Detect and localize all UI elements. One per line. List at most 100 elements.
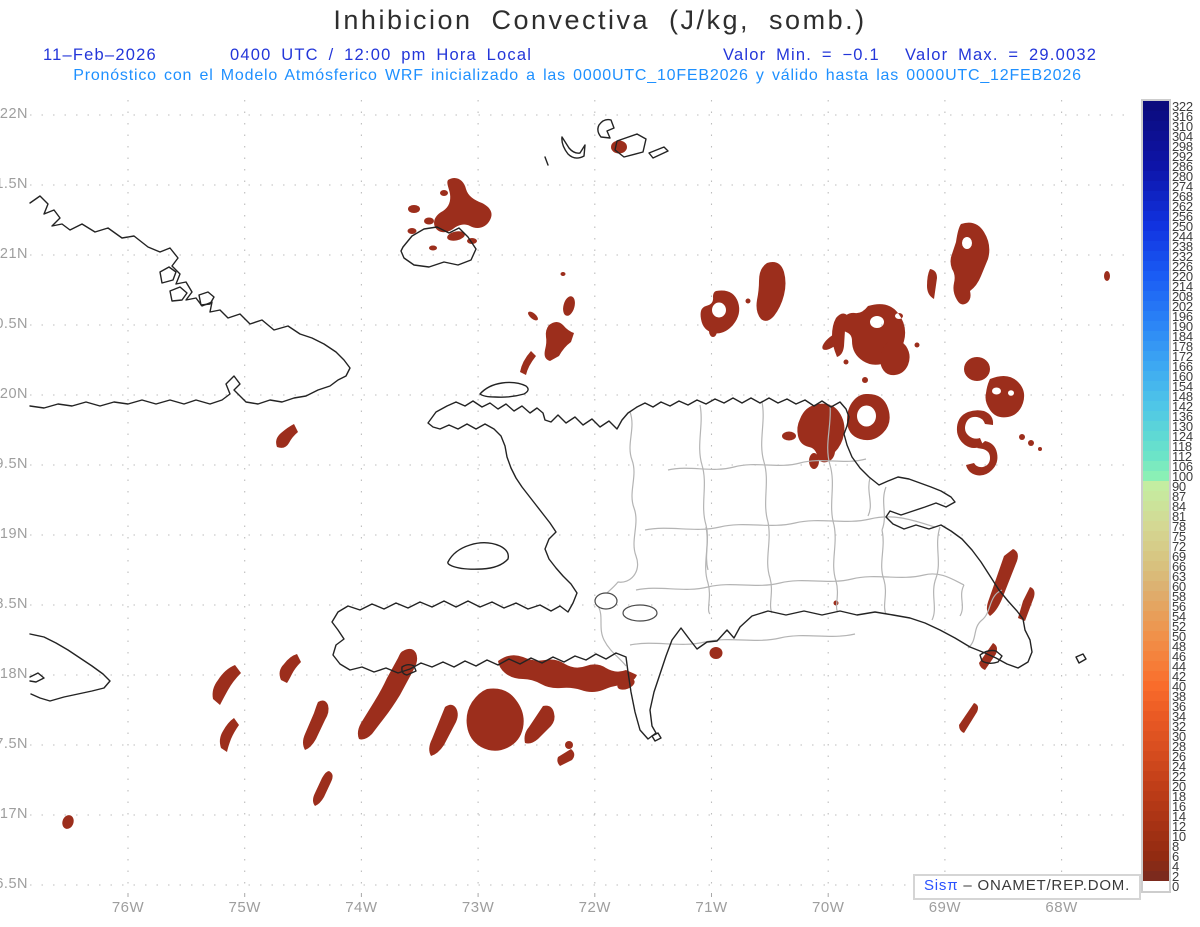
hispaniola-coastline xyxy=(331,397,1033,740)
colorbar-box xyxy=(1143,361,1169,371)
colorbar-box xyxy=(1143,311,1169,321)
gonave-island xyxy=(447,542,510,570)
colorbar-box xyxy=(1143,781,1169,791)
lon-label: 70W xyxy=(812,899,845,916)
colorbar-box xyxy=(1143,691,1169,701)
colorbar-box xyxy=(1143,841,1169,851)
grid-lines xyxy=(30,100,1128,893)
mona-island xyxy=(1075,653,1087,664)
colorbar-box xyxy=(1143,811,1169,821)
colorbar-box xyxy=(1143,151,1169,161)
colorbar-box xyxy=(1143,601,1169,611)
colorbar-box xyxy=(1143,631,1169,641)
colorbar-box xyxy=(1143,551,1169,561)
colorbar-box xyxy=(1143,321,1169,331)
lon-label: 73W xyxy=(461,899,495,916)
lat-label: 0.5N xyxy=(0,316,28,332)
colorbar-box xyxy=(1143,761,1169,771)
tortuga-island xyxy=(479,381,529,398)
colorbar-box xyxy=(1143,341,1169,351)
lon-label: 68W xyxy=(1045,899,1078,916)
lat-label: 7.5N xyxy=(0,736,28,752)
colorbar-box xyxy=(1143,301,1169,311)
colorbar-box xyxy=(1143,421,1169,431)
lat-label: 17N xyxy=(0,806,28,822)
lat-label: 18N xyxy=(0,666,28,682)
colorbar-box xyxy=(1143,501,1169,511)
colorbar-box xyxy=(1143,641,1169,651)
lat-label: 9.5N xyxy=(0,456,28,472)
lon-label: 76W xyxy=(111,899,145,916)
colorbar-box xyxy=(1143,181,1169,191)
colorbar-box xyxy=(1143,461,1169,471)
colorbar-box xyxy=(1143,581,1169,591)
colorbar-box xyxy=(1143,861,1169,871)
lon-label: 71W xyxy=(695,899,728,916)
colorbar-box xyxy=(1143,191,1169,201)
colorbar-box xyxy=(1143,771,1169,781)
caicos-islands xyxy=(544,118,669,166)
lat-label: 6.5N xyxy=(0,876,28,892)
colorbar-box xyxy=(1143,411,1169,421)
jamaica-coastline xyxy=(29,633,111,702)
colorbar-box xyxy=(1143,701,1169,711)
coastlines xyxy=(29,118,1087,742)
colorbar-box xyxy=(1143,571,1169,581)
colorbar-box xyxy=(1143,251,1169,261)
brand-label: Sisπ xyxy=(924,877,959,894)
colorbar-box xyxy=(1143,221,1169,231)
colorbar-box xyxy=(1143,171,1169,181)
map-canvas xyxy=(29,100,1128,897)
lon-label: 74W xyxy=(345,899,378,916)
colorbar-box xyxy=(1143,271,1169,281)
colorbar-box xyxy=(1143,441,1169,451)
colorbar-box xyxy=(1143,281,1169,291)
colorbar-box xyxy=(1143,101,1169,111)
colorbar-box xyxy=(1143,621,1169,631)
colorbar-box xyxy=(1143,401,1169,411)
lon-label: 72W xyxy=(578,899,611,916)
colorbar xyxy=(1141,99,1171,893)
colorbar-box xyxy=(1143,351,1169,361)
colorbar-box xyxy=(1143,381,1169,391)
colorbar-box xyxy=(1143,111,1169,121)
colorbar-box xyxy=(1143,541,1169,551)
colorbar-box xyxy=(1143,661,1169,671)
lat-label: 20N xyxy=(0,386,28,402)
lat-label: 8.5N xyxy=(0,596,28,612)
colorbar-box xyxy=(1143,481,1169,491)
colorbar-box xyxy=(1143,671,1169,681)
colorbar-box xyxy=(1143,801,1169,811)
colorbar-box xyxy=(1143,121,1169,131)
colorbar-box xyxy=(1143,241,1169,251)
colorbar-box xyxy=(1143,161,1169,171)
credit-box: Sisπ – ONAMET/REP.DOM. xyxy=(913,874,1142,900)
colorbar-box xyxy=(1143,261,1169,271)
colorbar-box xyxy=(1143,821,1169,831)
colorbar-box xyxy=(1143,731,1169,741)
colorbar-box xyxy=(1143,591,1169,601)
colorbar-box xyxy=(1143,291,1169,301)
colorbar-box xyxy=(1143,831,1169,841)
lon-label: 75W xyxy=(228,899,261,916)
colorbar-box xyxy=(1143,131,1169,141)
lat-label: 21N xyxy=(0,246,28,262)
colorbar-box xyxy=(1143,231,1169,241)
colorbar-label: 0 xyxy=(1172,879,1179,894)
colorbar-box xyxy=(1143,371,1169,381)
colorbar-box xyxy=(1143,721,1169,731)
colorbar-box xyxy=(1143,611,1169,621)
colorbar-box xyxy=(1143,741,1169,751)
colorbar-box xyxy=(1143,211,1169,221)
lon-label: 69W xyxy=(928,899,962,916)
lat-label: 19N xyxy=(0,526,28,542)
cin-regions xyxy=(62,140,1110,829)
colorbar-box xyxy=(1143,141,1169,151)
province-borders xyxy=(597,401,1003,667)
colorbar-box xyxy=(1143,871,1169,881)
cuba-coastline xyxy=(29,195,351,409)
colorbar-box xyxy=(1143,451,1169,461)
colorbar-box xyxy=(1143,791,1169,801)
colorbar-box xyxy=(1143,651,1169,661)
colorbar-box xyxy=(1143,331,1169,341)
